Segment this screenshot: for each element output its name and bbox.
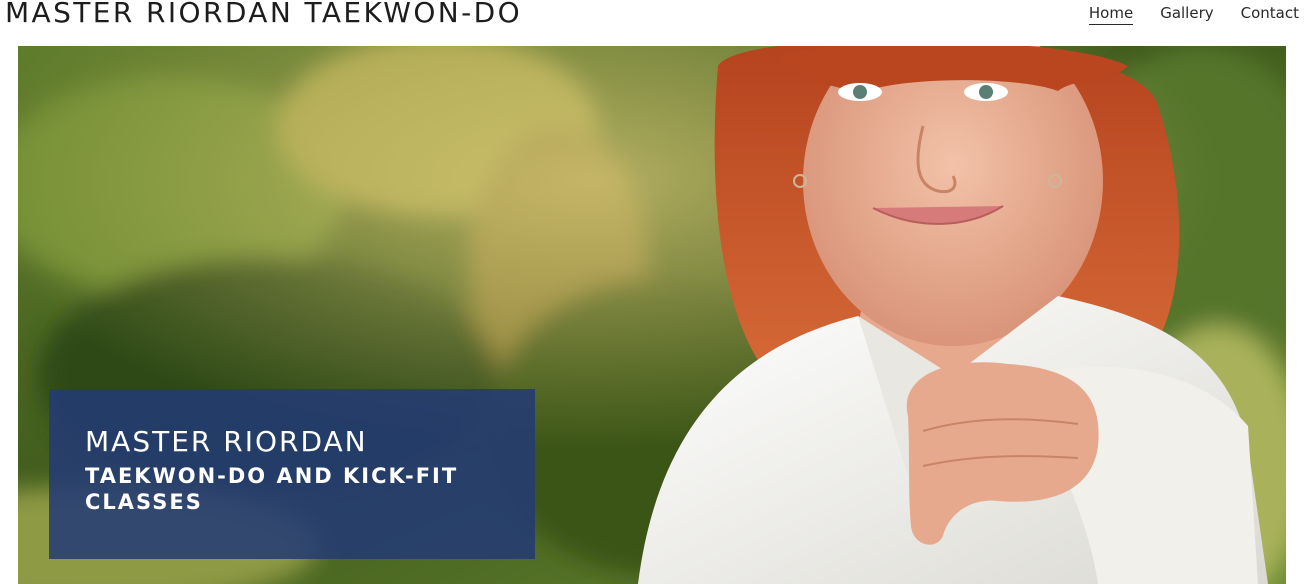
nav-contact-link[interactable]: Contact (1241, 4, 1299, 25)
site-title[interactable]: MASTER RIORDAN TAEKWON-DO (5, 0, 522, 29)
hero-banner: MASTER RIORDAN TAEKWON-DO AND KICK-FIT C… (18, 46, 1286, 584)
hero-caption-box: MASTER RIORDAN TAEKWON-DO AND KICK-FIT C… (49, 389, 535, 559)
hero-caption-subtitle: TAEKWON-DO AND KICK-FIT CLASSES (85, 464, 459, 514)
site-header: MASTER RIORDAN TAEKWON-DO Home Gallery C… (0, 0, 1312, 40)
nav-gallery-link[interactable]: Gallery (1160, 4, 1213, 25)
nav-home-link[interactable]: Home (1088, 4, 1134, 25)
hero-caption-title: MASTER RIORDAN (85, 425, 368, 458)
main-nav: Home Gallery Contact (1088, 4, 1299, 25)
